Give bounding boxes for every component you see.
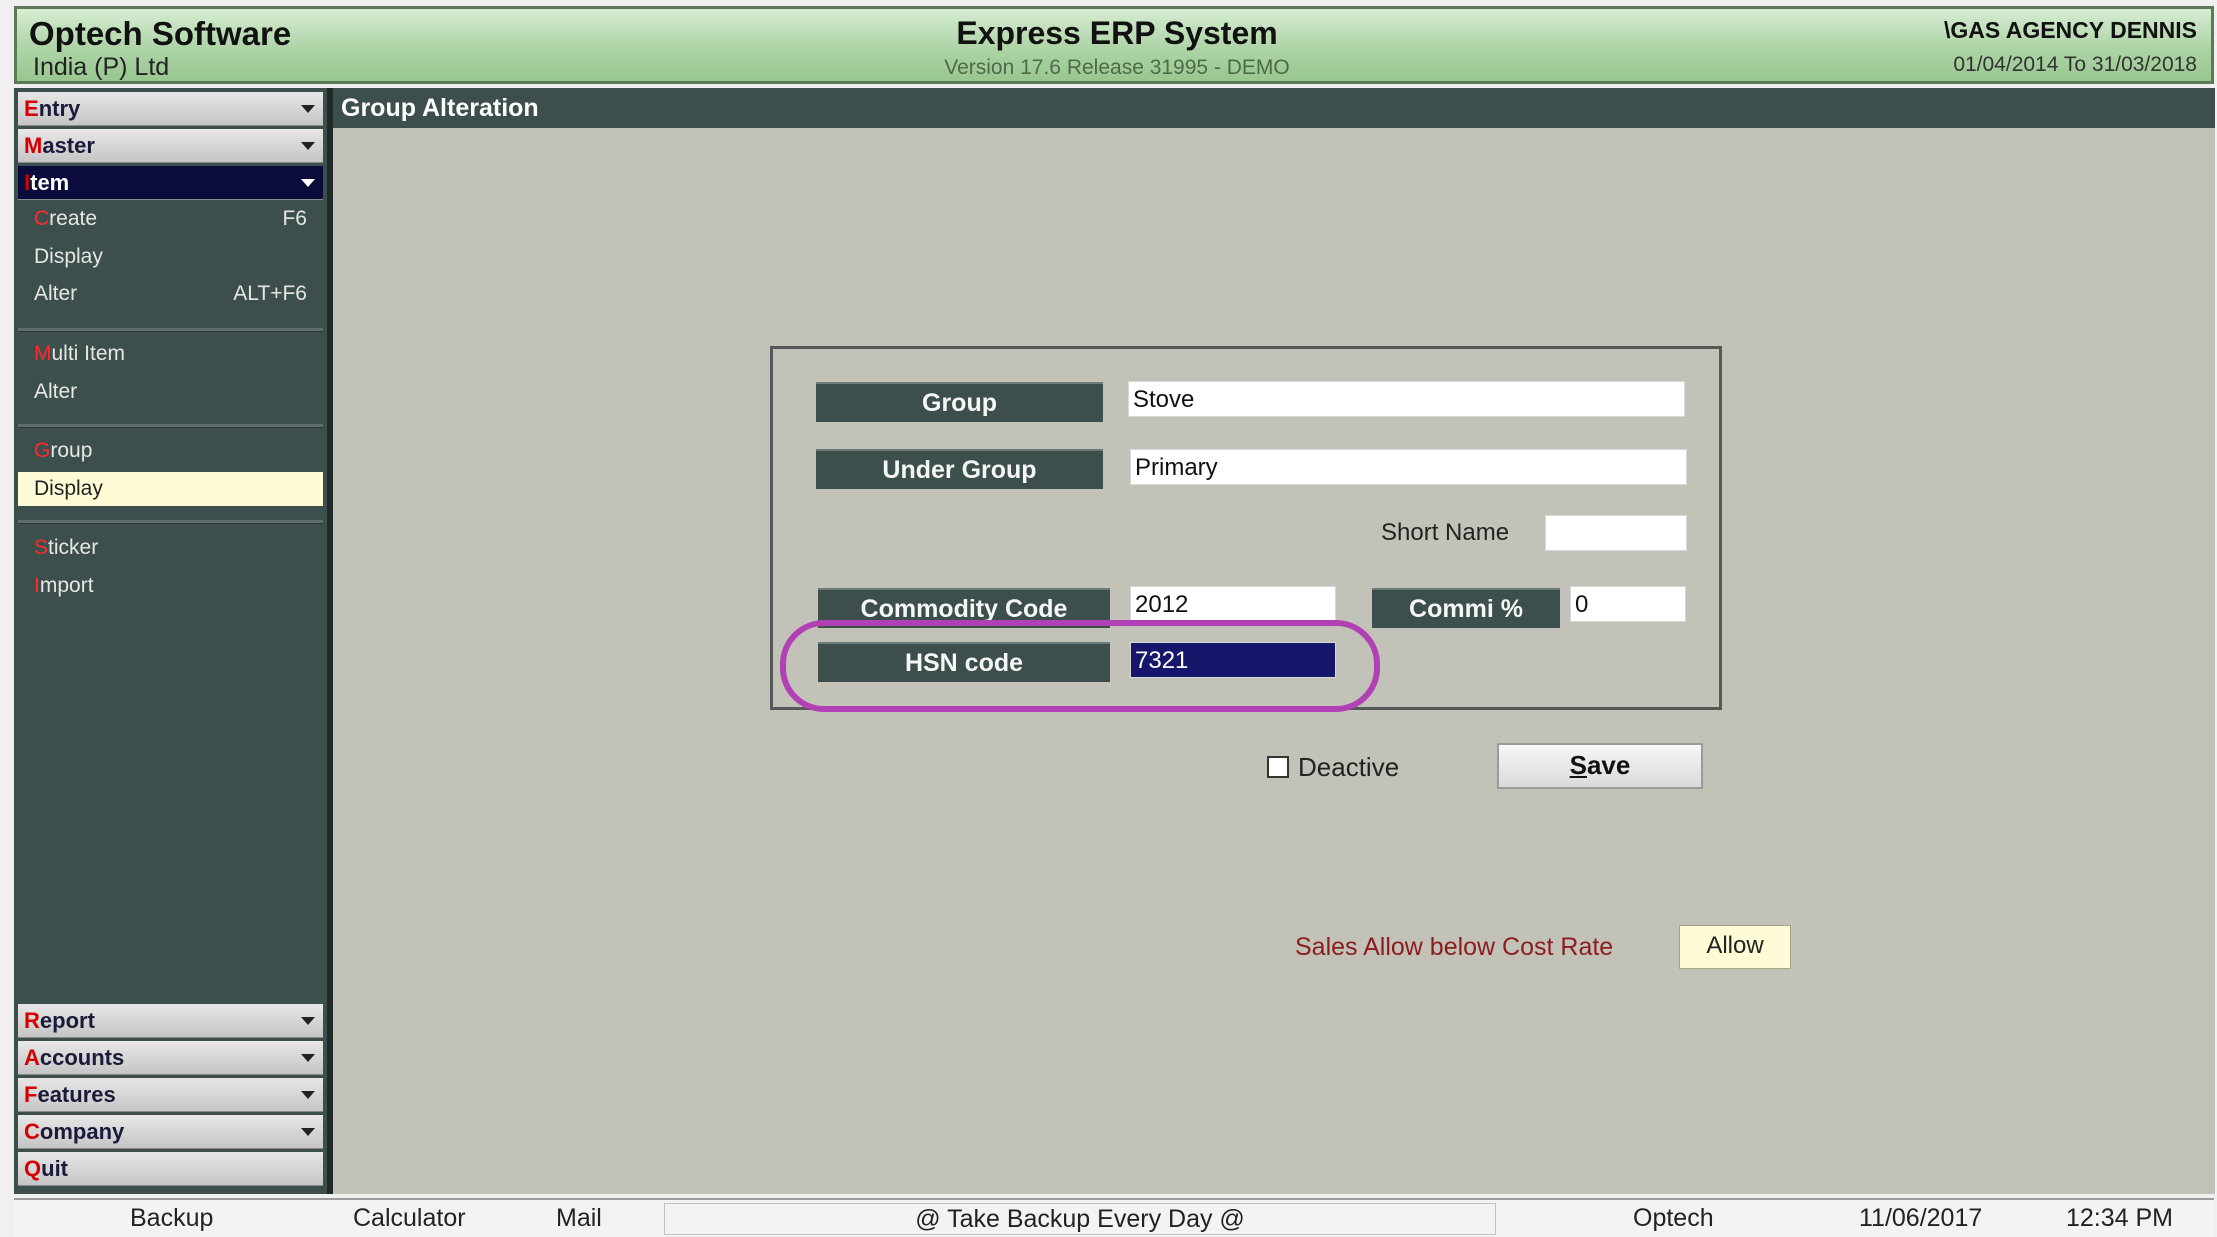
short-name-label: Short Name	[1381, 519, 1510, 546]
submenu-label: ticker	[48, 536, 99, 559]
short-name-field[interactable]	[1545, 515, 1687, 551]
save-button[interactable]: Save	[1497, 743, 1703, 789]
submenu-label: reate	[49, 207, 98, 230]
under-group-label: Under Group	[816, 449, 1103, 489]
agency-name: \GAS AGENCY DENNIS	[1943, 17, 2197, 43]
submenu-label: Alter	[34, 380, 78, 403]
sales-below-cost-label: Sales Allow below Cost Rate	[1295, 933, 1614, 961]
menu-divider	[18, 520, 323, 524]
menu-quit[interactable]: Quit	[18, 1152, 323, 1186]
hsn-highlight-annotation	[780, 620, 1380, 712]
deactive-label: Deactive	[1298, 752, 1400, 782]
submenu-label: Display	[34, 245, 103, 268]
commi-percent-label: Commi %	[1372, 588, 1560, 628]
menu-item[interactable]: Item	[18, 166, 323, 200]
submenu-item-alter[interactable]: Alter ALT+F6	[18, 277, 323, 311]
menu-master-hotkey: M	[24, 133, 43, 158]
menu-item-label: tem	[30, 170, 70, 195]
shortcut-key: F6	[282, 207, 307, 230]
menu-company-hotkey: C	[24, 1119, 40, 1144]
menu-master[interactable]: Master	[18, 129, 323, 163]
save-label: ave	[1586, 750, 1631, 780]
menu-features-label: eatures	[37, 1082, 116, 1107]
submenu-label: Alter	[34, 282, 78, 305]
menu-entry[interactable]: Entry	[18, 92, 323, 126]
submenu-sticker[interactable]: Sticker	[18, 531, 323, 565]
status-time: 12:34 PM	[2066, 1204, 2174, 1232]
under-group-field[interactable]: Primary	[1130, 449, 1687, 485]
menu-quit-label: uit	[41, 1156, 69, 1181]
submenu-label: Display	[34, 477, 103, 500]
status-date: 11/06/2017	[1859, 1204, 1983, 1232]
hotkey-letter: S	[34, 536, 49, 559]
menu-entry-hotkey: E	[24, 96, 39, 121]
group-field[interactable]: Stove	[1128, 381, 1685, 417]
menu-accounts-label: ccounts	[39, 1045, 125, 1070]
menu-report-label: eport	[39, 1008, 95, 1033]
hotkey-letter: C	[34, 207, 50, 230]
group-label: Group	[816, 382, 1103, 422]
chevron-down-icon	[301, 142, 315, 150]
chevron-down-icon	[301, 1017, 315, 1025]
menu-company-label: ompany	[39, 1119, 125, 1144]
financial-period: 01/04/2014 To 31/03/2018	[1953, 53, 2197, 76]
shortcut-key: ALT+F6	[233, 282, 307, 305]
chevron-down-icon	[301, 1091, 315, 1099]
submenu-group[interactable]: Group	[18, 434, 323, 468]
menu-entry-label: ntry	[38, 96, 81, 121]
submenu-multi-alter[interactable]: Alter	[18, 375, 323, 409]
menu-master-label: aster	[42, 133, 95, 158]
hotkey-letter: M	[34, 342, 52, 365]
menu-report[interactable]: Report	[18, 1004, 323, 1038]
menu-features[interactable]: Features	[18, 1078, 323, 1112]
calculator-button[interactable]: Calculator	[353, 1204, 466, 1233]
submenu-item-create[interactable]: Create F6	[18, 202, 323, 236]
submenu-group-display[interactable]: Display	[18, 472, 323, 506]
chevron-down-icon	[301, 1128, 315, 1136]
commi-percent-field[interactable]: 0	[1570, 586, 1686, 622]
app-version: Version 17.6 Release 31995 - DEMO	[944, 56, 1290, 79]
sidebar: Entry Master Item Create F6 Display Alte…	[14, 88, 333, 1194]
commodity-code-field[interactable]: 2012	[1130, 586, 1336, 622]
submenu-item-display[interactable]: Display	[18, 240, 323, 274]
menu-report-hotkey: R	[24, 1008, 40, 1033]
submenu-multi-item[interactable]: Multi Item	[18, 337, 323, 371]
menu-accounts-hotkey: A	[24, 1045, 40, 1070]
menu-accounts[interactable]: Accounts	[18, 1041, 323, 1075]
allow-button[interactable]: Allow	[1679, 925, 1791, 969]
submenu-import[interactable]: Import	[18, 569, 323, 603]
status-bar: Backup Calculator Mail @ Take Backup Eve…	[14, 1198, 2214, 1237]
chevron-down-icon	[301, 1054, 315, 1062]
menu-divider	[18, 328, 323, 332]
backup-button[interactable]: Backup	[130, 1204, 213, 1233]
save-hotkey: S	[1569, 750, 1587, 780]
chevron-down-icon	[301, 179, 315, 187]
status-message: @ Take Backup Every Day @	[664, 1203, 1496, 1235]
app-title: Express ERP System	[956, 15, 1278, 51]
submenu-label: mport	[39, 574, 94, 597]
mail-button[interactable]: Mail	[556, 1204, 602, 1233]
chevron-down-icon	[301, 105, 315, 113]
menu-divider	[18, 424, 323, 428]
status-user: Optech	[1633, 1204, 1714, 1232]
submenu-label: ulti Item	[51, 342, 126, 365]
submenu-label: roup	[50, 439, 93, 462]
menu-features-hotkey: F	[24, 1082, 38, 1107]
menu-quit-hotkey: Q	[24, 1156, 42, 1181]
app-header: Optech Software India (P) Ltd Express ER…	[14, 6, 2214, 84]
deactive-checkbox[interactable]	[1267, 756, 1289, 778]
hotkey-letter: G	[34, 439, 51, 462]
menu-company[interactable]: Company	[18, 1115, 323, 1149]
panel-title: Group Alteration	[333, 88, 2215, 128]
